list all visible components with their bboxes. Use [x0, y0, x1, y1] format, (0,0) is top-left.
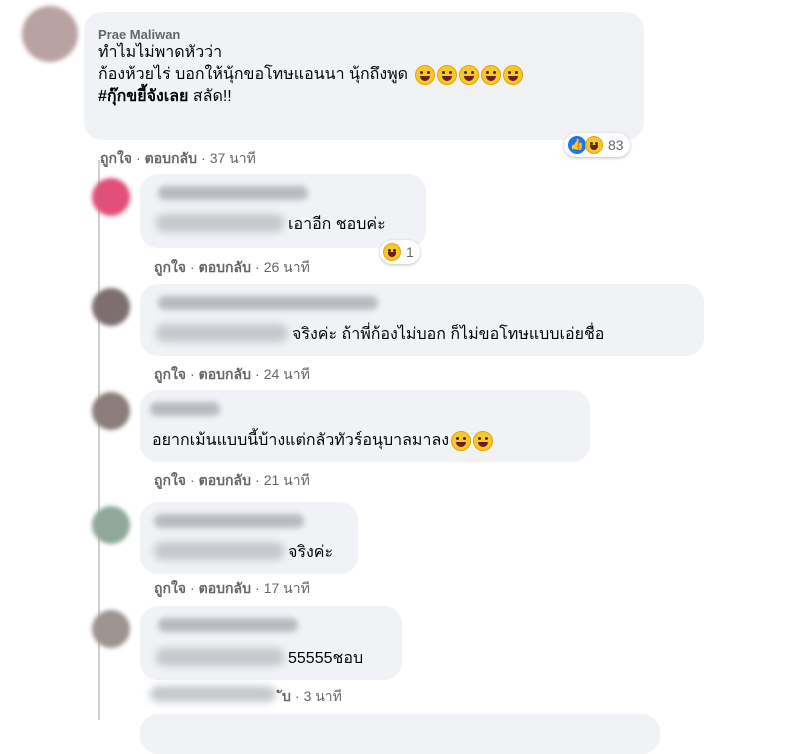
comment-actions: ับ · 3 นาที — [282, 688, 342, 704]
reaction-count: 1 — [406, 244, 414, 260]
laughing-emoji-icon — [458, 64, 479, 85]
timestamp[interactable]: 24 นาที — [264, 366, 310, 382]
avatar[interactable] — [92, 392, 130, 430]
comment-bubble: อยากเม้นแบบนี้บ้างแต่กลัวทัวร์อนุบาลมาลง — [140, 390, 590, 462]
timestamp[interactable]: 17 นาที — [264, 580, 310, 596]
laughing-emoji-icon — [451, 430, 472, 451]
avatar[interactable] — [92, 178, 130, 216]
laughing-emoji-icon — [473, 430, 494, 451]
comment-text: จริงค่ะ ถ้าพี่ก้องไม่บอก ก็ไม่ขอโทษแบบเอ… — [292, 326, 605, 343]
like-reaction-icon: 👍 — [567, 135, 587, 155]
blurred-author — [158, 296, 378, 310]
comment-actions: ถูกใจ · ตอบกลับ · 24 นาที — [154, 366, 310, 382]
laughing-emoji-icon — [436, 64, 457, 85]
reply-link[interactable]: ตอบกลับ — [199, 366, 251, 382]
comment-actions: ถูกใจ · ตอบกลับ · 26 นาที — [154, 259, 310, 275]
comment-bubble: 55555ชอบ — [140, 606, 402, 680]
blurred-author — [158, 618, 298, 632]
reaction-summary[interactable]: 👍 83 — [564, 133, 630, 157]
timestamp[interactable]: 21 นาที — [264, 472, 310, 488]
laughing-emoji-icon — [480, 64, 501, 85]
comment-text-line: #กุ๊กขยี้จังเลย สลัด!! — [98, 88, 232, 105]
reply-link[interactable]: ตอบกลับ — [199, 259, 251, 275]
reply-link[interactable]: ตอบกลับ — [199, 472, 251, 488]
timestamp[interactable]: 26 นาที — [264, 259, 310, 275]
blurred-author — [158, 186, 308, 200]
comment-bubble-partial — [140, 714, 660, 754]
comment-text-line: ก้องห้วยไร่ บอกให้นุ้กขอโทษแอนนา นุ้กถึง… — [98, 64, 630, 86]
blurred-author — [154, 514, 304, 528]
comment-bubble: เอาอีก ชอบค่ะ — [140, 174, 426, 248]
reaction-count: 83 — [608, 137, 624, 153]
comment-bubble: จริงค่ะ ถ้าพี่ก้องไม่บอก ก็ไม่ขอโทษแบบเอ… — [140, 284, 704, 356]
timestamp[interactable]: 37 นาที — [210, 150, 256, 166]
reply-link[interactable]: ับ — [282, 688, 291, 704]
comment-text: อยากเม้นแบบนี้บ้างแต่กลัวทัวร์อนุบาลมาลง — [152, 430, 494, 452]
avatar[interactable] — [92, 610, 130, 648]
comment-author[interactable]: Prae Maliwan — [98, 28, 630, 42]
laughing-emoji-icon — [585, 136, 603, 154]
comment-bubble: Prae Maliwan ทำไมไม่พาดหัวว่า ก้องห้วยไร… — [84, 12, 644, 140]
timestamp[interactable]: 3 นาที — [304, 688, 342, 704]
blurred-actions — [150, 686, 276, 702]
blurred-author — [150, 402, 220, 416]
like-link[interactable]: ถูกใจ — [154, 472, 186, 488]
laughing-emoji-icon — [502, 64, 523, 85]
blurred-text — [156, 324, 288, 342]
avatar[interactable] — [92, 506, 130, 544]
hashtag-link[interactable]: #กุ๊กขยี้จังเลย — [98, 88, 188, 105]
blurred-text — [154, 542, 284, 560]
comment-actions: ถูกใจ · ตอบกลับ · 17 นาที — [154, 580, 310, 596]
avatar[interactable] — [22, 6, 78, 62]
reply-link[interactable]: ตอบกลับ — [145, 150, 197, 166]
blurred-text — [156, 214, 284, 232]
comment-text: เอาอีก ชอบค่ะ — [288, 216, 386, 233]
comment-text: จริงค่ะ — [288, 544, 334, 561]
comment-actions: ถูกใจ · ตอบกลับ · 37 นาที — [100, 150, 256, 166]
blurred-text — [156, 648, 284, 666]
comment-bubble: จริงค่ะ — [140, 502, 358, 574]
laughing-emoji-icon — [414, 64, 435, 85]
comment-text: 55555ชอบ — [288, 650, 364, 667]
like-link[interactable]: ถูกใจ — [100, 150, 132, 166]
reaction-summary[interactable]: 1 — [380, 240, 420, 264]
reply-link[interactable]: ตอบกลับ — [199, 580, 251, 596]
comment-actions: ถูกใจ · ตอบกลับ · 21 นาที — [154, 472, 310, 488]
like-link[interactable]: ถูกใจ — [154, 366, 186, 382]
like-link[interactable]: ถูกใจ — [154, 259, 186, 275]
comment-text-line: ทำไมไม่พาดหัวว่า — [98, 44, 223, 61]
like-link[interactable]: ถูกใจ — [154, 580, 186, 596]
laughing-emoji-icon — [383, 243, 401, 261]
avatar[interactable] — [92, 288, 130, 326]
